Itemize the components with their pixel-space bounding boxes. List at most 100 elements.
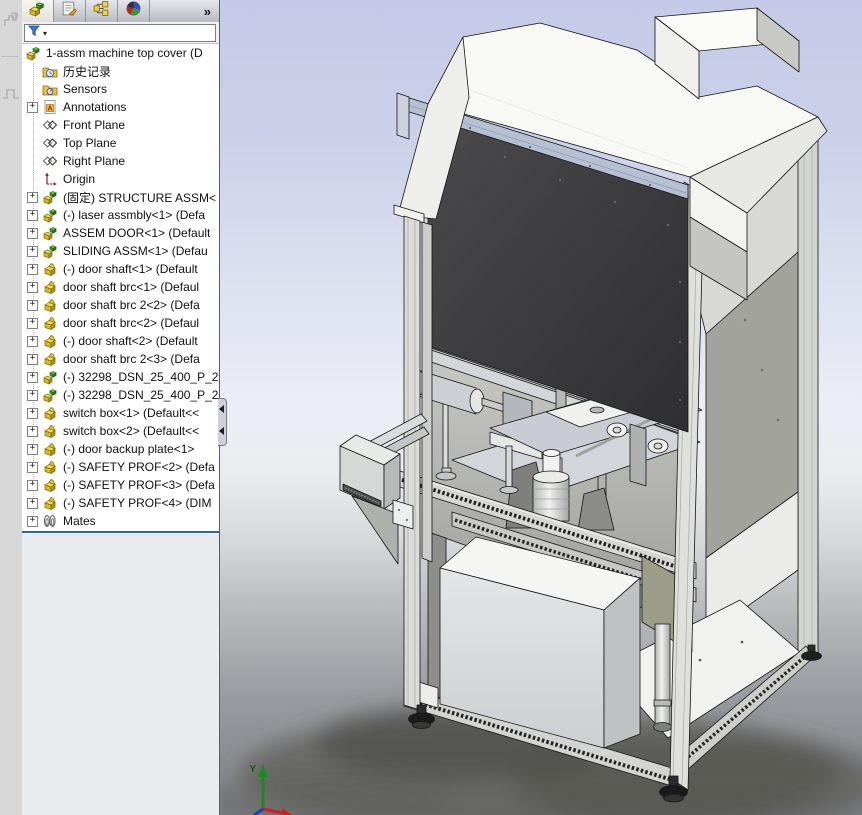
filter-funnel-icon[interactable] — [28, 24, 40, 42]
tree-item-switch-box-1[interactable]: + switch box<1> (Default<< — [22, 404, 219, 422]
expand-plus-icon[interactable]: + — [27, 461, 38, 473]
left-docked-toolbar — [0, 0, 23, 815]
tree-item-label: (-) SAFETY PROF<4> (DIM — [63, 496, 212, 510]
tree-item-label: Front Plane — [63, 118, 126, 132]
expand-plus-icon[interactable]: + — [27, 371, 38, 383]
tree-item-assem-door[interactable]: + ASSEM DOOR<1> (Default — [22, 224, 219, 242]
tab-configurationmanager[interactable] — [86, 0, 118, 22]
tree-item-switch-box-2[interactable]: + switch box<2> (Default<< — [22, 422, 219, 440]
assembly-icon — [42, 189, 58, 205]
tree-item-label: (-) 32298_DSN_25_400_P_2 — [63, 370, 219, 384]
tree-item-history-folder[interactable]: 历史记录 — [22, 62, 219, 80]
filter-box[interactable]: ▾ — [24, 24, 216, 42]
tree-item-label: (-) door shaft<2> (Default — [63, 334, 198, 348]
tree-item-door-shaft-2[interactable]: + (-) door shaft<2> (Default — [22, 332, 219, 350]
panel-splitter-bar[interactable] — [22, 531, 219, 533]
assembly-icon — [42, 387, 58, 403]
tree-item-dsn-32298-2[interactable]: + (-) 32298_DSN_25_400_P_2 — [22, 386, 219, 404]
tree-item-dsn-32298-1[interactable]: + (-) 32298_DSN_25_400_P_2 — [22, 368, 219, 386]
expand-plus-icon[interactable]: + — [27, 281, 38, 293]
filter-row: ▾ — [22, 22, 219, 44]
tree-item-label: door shaft brc 2<3> (Defa — [63, 352, 200, 366]
tree-item-label: door shaft brc 2<2> (Defa — [63, 298, 200, 312]
expand-plus-icon[interactable]: + — [27, 299, 38, 311]
expand-plus-icon[interactable]: + — [27, 515, 38, 527]
tree-item-door-backup-plate[interactable]: + (-) door backup plate<1> — [22, 440, 219, 458]
filter-input[interactable] — [47, 26, 215, 40]
tree-item-label: door shaft brc<1> (Defaul — [63, 280, 200, 294]
featuremanager-tree-icon — [29, 0, 46, 22]
tree-item-door-shaft-brc-2[interactable]: + door shaft brc<2> (Defaul — [22, 314, 219, 332]
tree-item-label: (-) door backup plate<1> — [63, 442, 195, 456]
expand-plus-icon[interactable]: + — [27, 443, 38, 455]
tree-item-label: Annotations — [63, 100, 127, 114]
origin-icon — [42, 171, 58, 187]
displaymanager-icon — [125, 0, 142, 22]
part-icon — [42, 261, 58, 277]
assembly-icon — [25, 45, 41, 61]
part-icon — [42, 333, 58, 349]
expand-plus-icon[interactable]: + — [27, 245, 38, 257]
tree-item-root[interactable]: 1-assm machine top cover (D — [22, 44, 219, 62]
expand-plus-icon[interactable]: + — [27, 353, 38, 365]
toolbar-separator — [1, 56, 19, 57]
tab-propertymanager[interactable] — [54, 0, 86, 22]
expand-plus-icon[interactable]: + — [27, 425, 38, 437]
expand-plus-icon[interactable]: + — [27, 101, 38, 113]
tree-item-safety-prof-4[interactable]: + (-) SAFETY PROF<4> (DIM — [22, 494, 219, 512]
tree-item-door-shaft-brc-2-3[interactable]: + door shaft brc 2<3> (Defa — [22, 350, 219, 368]
expand-plus-icon[interactable]: + — [27, 191, 38, 203]
tree-item-label: SLIDING ASSM<1> (Defau — [63, 244, 208, 258]
tree-item-label: (-) 32298_DSN_25_400_P_2 — [63, 388, 219, 402]
tree-item-label: ASSEM DOOR<1> (Default — [63, 226, 211, 240]
expand-plus-icon[interactable]: + — [27, 317, 38, 329]
configurationmanager-icon — [93, 0, 110, 22]
tree-item-door-shaft-1[interactable]: + (-) door shaft<1> (Default — [22, 260, 219, 278]
tree-item-label: Top Plane — [63, 136, 117, 150]
tree-item-label: switch box<1> (Default<< — [63, 406, 200, 420]
expand-plus-icon[interactable]: + — [27, 227, 38, 239]
tab-overflow-chevron[interactable]: » — [204, 0, 219, 22]
expand-plus-icon[interactable]: + — [27, 335, 38, 347]
plane-icon — [42, 117, 58, 133]
collapse-arrow-icon[interactable] — [219, 427, 224, 435]
svg-text:A: A — [47, 105, 52, 112]
tree-item-label: 1-assm machine top cover (D — [46, 46, 203, 60]
expand-plus-icon[interactable]: + — [27, 209, 38, 221]
tree-item-laser-assmbly[interactable]: + (-) laser assmbly<1> (Defa — [22, 206, 219, 224]
panel-tab-bar: » — [22, 0, 219, 23]
tree-item-label: (-) SAFETY PROF<2> (Defa — [63, 460, 215, 474]
triad-y-label: Y — [249, 764, 256, 775]
expand-plus-icon[interactable]: + — [27, 479, 38, 491]
collapse-arrow-icon[interactable] — [219, 405, 224, 413]
assembly-icon — [42, 243, 58, 259]
panel-collapse-handle[interactable] — [218, 398, 227, 446]
assembly-icon — [42, 225, 58, 241]
expand-plus-icon[interactable]: + — [27, 263, 38, 275]
tree-item-front-plane[interactable]: Front Plane — [22, 116, 219, 134]
expand-plus-icon[interactable]: + — [27, 407, 38, 419]
tree-item-structure-assm[interactable]: + (固定) STRUCTURE ASSM< — [22, 188, 219, 206]
tree-item-door-shaft-brc-2-2[interactable]: + door shaft brc 2<2> (Defa — [22, 296, 219, 314]
tree-item-origin[interactable]: Origin — [22, 170, 219, 188]
tab-displaymanager[interactable] — [118, 0, 150, 22]
tree-item-sensors-folder[interactable]: Sensors — [22, 80, 219, 98]
tree-item-sliding-assm[interactable]: + SLIDING ASSM<1> (Defau — [22, 242, 219, 260]
part-icon — [42, 423, 58, 439]
plane-icon — [42, 135, 58, 151]
tree-item-right-plane[interactable]: Right Plane — [22, 152, 219, 170]
part-icon — [42, 477, 58, 493]
expand-plus-icon[interactable]: + — [27, 497, 38, 509]
sketch-steps-icon — [4, 12, 18, 26]
tree-item-safety-prof-3[interactable]: + (-) SAFETY PROF<3> (Defa — [22, 476, 219, 494]
tree-item-door-shaft-brc-1[interactable]: + door shaft brc<1> (Defaul — [22, 278, 219, 296]
tree-item-top-plane[interactable]: Top Plane — [22, 134, 219, 152]
tree-item-annotations-folder[interactable]: + A Annotations — [22, 98, 219, 116]
tree-item-label: (-) door shaft<1> (Default — [63, 262, 198, 276]
assembly-icon — [42, 369, 58, 385]
tab-featuremanager-tree[interactable] — [22, 0, 54, 22]
tree-item-safety-prof-2[interactable]: + (-) SAFETY PROF<2> (Defa — [22, 458, 219, 476]
featuremanager-panel: » ▾ 1-assm machine top cover (D 历史记录 Senso… — [22, 0, 227, 815]
expand-plus-icon[interactable]: + — [27, 389, 38, 401]
tree-item-mates[interactable]: + Mates — [22, 512, 219, 530]
